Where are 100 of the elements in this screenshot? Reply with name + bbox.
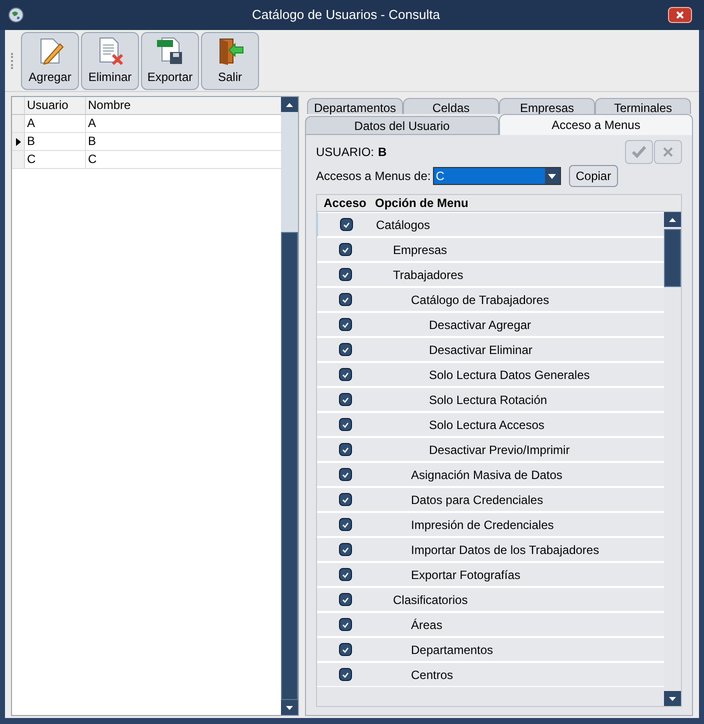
menu-row[interactable]: Desactivar Agregar — [317, 312, 664, 337]
check-icon — [342, 572, 348, 578]
check-icon — [342, 472, 348, 478]
menu-row[interactable]: Clasificatorios — [317, 587, 664, 612]
user-dropdown[interactable]: C — [432, 167, 561, 185]
checkbox[interactable] — [338, 618, 352, 631]
checkbox[interactable] — [338, 418, 352, 431]
check-icon — [342, 322, 348, 328]
tab[interactable]: Empresas — [499, 98, 595, 114]
row-selector[interactable] — [12, 133, 25, 150]
checkbox[interactable] — [338, 443, 352, 456]
scroll-thumb[interactable] — [281, 232, 298, 700]
checkbox[interactable] — [338, 543, 352, 556]
check-icon — [342, 296, 348, 302]
checkbox[interactable] — [338, 493, 352, 506]
menu-row[interactable]: Departamentos — [317, 637, 664, 662]
close-button[interactable] — [668, 7, 692, 23]
menu-option-label: Importar Datos de los Trabajadores — [410, 542, 600, 558]
menu-row[interactable]: Impresión de Credenciales — [317, 512, 664, 537]
checkbox[interactable] — [338, 343, 352, 356]
scroll-thumb[interactable] — [664, 229, 681, 287]
menu-row[interactable]: Solo Lectura Datos Generales — [317, 362, 664, 387]
scrollbar[interactable] — [281, 97, 298, 715]
check-icon — [342, 496, 348, 502]
menu-option-label: Desactivar Agregar — [428, 316, 532, 334]
copy-from-label: Accesos a Menus de: — [316, 168, 431, 185]
copy-button[interactable]: Copiar — [568, 165, 618, 187]
checkbox[interactable] — [338, 393, 352, 406]
menu-row[interactable]: Centros — [317, 662, 664, 687]
scroll-down-icon[interactable] — [281, 700, 298, 715]
checkbox[interactable] — [338, 668, 352, 681]
checkbox[interactable] — [338, 268, 352, 281]
column-header[interactable]: Usuario — [25, 97, 86, 114]
toolbar-button[interactable]: Exportar — [141, 32, 199, 90]
check-icon — [342, 222, 350, 228]
check-icon — [342, 272, 348, 278]
tab[interactable]: Departamentos — [307, 98, 403, 114]
menu-option-label: Impresión de Credenciales — [410, 516, 554, 534]
menu-row[interactable]: Trabajadores — [317, 262, 664, 287]
toolbar-button[interactable]: Agregar — [21, 32, 79, 90]
column-header: Opción de Menu — [375, 195, 468, 212]
checkbox[interactable] — [338, 293, 352, 306]
check-icon — [342, 346, 348, 352]
menu-option-label: Solo Lectura Rotación — [428, 392, 548, 408]
check-icon — [342, 546, 348, 552]
check-icon — [342, 372, 348, 378]
table-cell: A — [25, 115, 86, 132]
scroll-up-icon[interactable] — [281, 97, 298, 112]
checkbox[interactable] — [338, 593, 352, 606]
menu-option-label: Centros — [410, 666, 454, 684]
menu-row[interactable]: Solo Lectura Accesos — [317, 412, 664, 437]
checkbox[interactable] — [338, 368, 352, 381]
check-icon — [342, 522, 348, 528]
scroll-down-icon[interactable] — [664, 691, 681, 706]
menu-row[interactable]: Asignación Masiva de Datos — [317, 462, 664, 487]
tab[interactable]: Celdas — [403, 98, 499, 114]
column-header[interactable]: Nombre — [86, 97, 281, 114]
dropdown-caret-icon[interactable] — [544, 168, 560, 184]
checkbox[interactable] — [338, 568, 352, 581]
close-icon — [675, 10, 685, 20]
menu-row[interactable]: Desactivar Eliminar — [317, 337, 664, 362]
toolbar-button[interactable]: Salir — [201, 32, 259, 90]
menu-option-label: Áreas — [410, 616, 442, 634]
user-value: B — [378, 144, 387, 161]
menu-row[interactable]: Importar Datos de los Trabajadores — [317, 537, 664, 562]
menu-row[interactable]: Catálogos — [317, 212, 664, 237]
check-icon — [342, 622, 348, 628]
checkbox[interactable] — [338, 518, 352, 531]
tab[interactable]: Datos del Usuario — [305, 116, 499, 134]
table-cell: B — [25, 133, 86, 150]
toolbar-button[interactable]: Eliminar — [81, 32, 139, 90]
table-cell-text: C — [87, 151, 98, 168]
tab[interactable]: Terminales — [595, 98, 691, 114]
window-title: Catálogo de Usuarios - Consulta — [251, 6, 441, 24]
check-icon — [342, 446, 348, 452]
checkmark-icon — [632, 146, 646, 158]
menu-row[interactable]: Áreas — [317, 612, 664, 637]
checkbox[interactable] — [338, 643, 352, 656]
menu-row[interactable]: Exportar Fotografías — [317, 562, 664, 587]
scrollbar[interactable] — [664, 212, 681, 706]
checkbox[interactable] — [338, 468, 352, 481]
menu-option-label: Desactivar Eliminar — [428, 342, 532, 358]
menu-row[interactable]: Empresas — [317, 237, 664, 262]
spreadsheet-save-icon — [155, 36, 185, 66]
column-header: Acceso — [322, 195, 368, 212]
check-icon — [342, 646, 348, 652]
menu-option-label: Datos para Credenciales — [410, 492, 544, 508]
check-icon — [342, 396, 348, 402]
menu-row[interactable]: Catálogo de Trabajadores — [317, 287, 664, 312]
checkbox[interactable] — [338, 243, 352, 256]
menu-row[interactable]: Desactivar Previo/Imprimir — [317, 437, 664, 462]
menu-row[interactable]: Datos para Credenciales — [317, 487, 664, 512]
tab[interactable]: Acceso a Menus — [499, 114, 693, 135]
user-label: USUARIO: — [316, 144, 374, 161]
table-cell-text: B — [87, 133, 98, 150]
checkbox[interactable] — [340, 218, 352, 231]
menu-row[interactable]: Solo Lectura Rotación — [317, 387, 664, 412]
menu-option-label: Clasificatorios — [392, 592, 468, 608]
checkbox[interactable] — [338, 318, 352, 331]
scroll-up-icon[interactable] — [664, 212, 681, 227]
